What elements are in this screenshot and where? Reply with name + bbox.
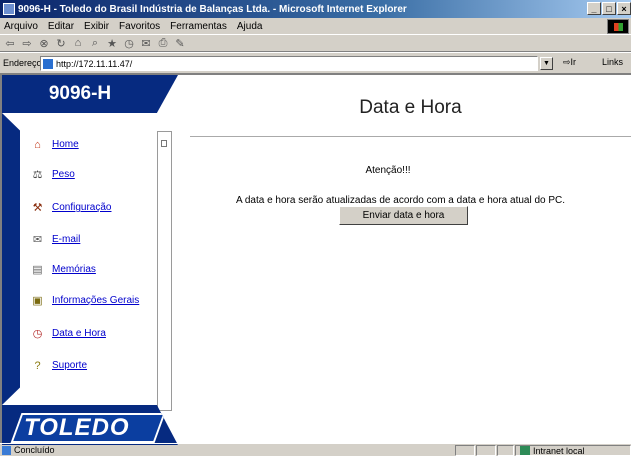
toolbar: ⇦ ⇨ ⊗ ↻ ⌂ ⌕ ★ ◷ ✉ ⎙ ✎ (0, 35, 631, 52)
ie-icon (3, 3, 15, 15)
clock-icon: ◷ (32, 328, 43, 340)
menu-ferramentas[interactable]: Ferramentas (170, 21, 227, 32)
sidebar-item-email[interactable]: ✉ E-mail (30, 232, 80, 247)
security-zone: Intranet local (515, 445, 631, 456)
page-icon (43, 58, 53, 69)
refresh-icon[interactable]: ↻ (54, 37, 68, 50)
main-content: Data e Hora Atenção!!! A data e hora ser… (188, 75, 631, 445)
sidebar-item-label[interactable]: Informações Gerais (52, 295, 139, 306)
address-bar: Endereço http://172.11.11.47/ ▼ ⇨Ir Link… (0, 52, 631, 73)
sidebar-item-data-e-hora[interactable]: ◷ Data e Hora (30, 326, 106, 341)
attention-text: Atenção!!! (365, 165, 411, 176)
address-label: Endereço (3, 58, 42, 68)
menu-ajuda[interactable]: Ajuda (237, 21, 263, 32)
links-button[interactable]: Links (602, 57, 623, 67)
browser-window: 9096-H - Toledo do Brasil Indústria de B… (0, 0, 631, 456)
sidebar-item-home[interactable]: ⌂ Home (30, 137, 79, 152)
edit-icon[interactable]: ✎ (173, 37, 187, 50)
sidebar-item-informacoes-gerais[interactable]: ▣ Informações Gerais (30, 293, 139, 308)
title-bar: 9096-H - Toledo do Brasil Indústria de B… (0, 0, 631, 18)
sidebar-item-memorias[interactable]: ▤ Memórias (30, 262, 96, 277)
window-title: 9096-H - Toledo do Brasil Indústria de B… (18, 3, 407, 15)
sidebar-footer: TOLEDO (2, 405, 178, 445)
address-dropdown-icon[interactable]: ▼ (540, 57, 553, 70)
toledo-logo-text: TOLEDO (24, 414, 130, 441)
search-icon[interactable]: ⌕ (88, 37, 102, 50)
stop-icon[interactable]: ⊗ (37, 37, 51, 50)
message-text: A data e hora serão atualizadas de acord… (235, 195, 566, 206)
status-cell (497, 445, 514, 456)
weights-icon: ⚖ (32, 169, 43, 181)
info-icon: ▣ (32, 295, 43, 307)
support-icon: ? (34, 359, 41, 372)
close-button[interactable]: × (617, 2, 631, 15)
sidebar-item-label[interactable]: Data e Hora (52, 328, 106, 339)
menu-arquivo[interactable]: Arquivo (4, 21, 38, 32)
status-bar: Concluído Intranet local (0, 443, 631, 456)
favorites-icon[interactable]: ★ (105, 37, 119, 50)
address-url: http://172.11.11.47/ (56, 58, 133, 69)
sidebar-scrollbar[interactable] (157, 131, 172, 411)
status-cell (476, 445, 496, 456)
status-cell (455, 445, 475, 456)
divider (190, 136, 631, 137)
sidebar-item-configuracao[interactable]: ⚒ Configuração (30, 200, 112, 215)
page-title: Data e Hora (359, 97, 462, 118)
history-icon[interactable]: ◷ (122, 37, 136, 50)
sidebar-item-label[interactable]: E-mail (52, 234, 80, 245)
page-done-icon (2, 445, 11, 455)
send-date-time-button[interactable]: Enviar data e hora (339, 206, 468, 225)
menu-exibir[interactable]: Exibir (84, 21, 109, 32)
go-button[interactable]: ⇨Ir (563, 57, 576, 68)
windows-logo-icon (607, 19, 629, 34)
page-viewport: 9096-H ⌂ Home ⚖ Peso ⚒ Configuração ✉ E-… (0, 73, 631, 445)
intranet-icon (520, 446, 530, 455)
sidebar-item-label[interactable]: Suporte (52, 360, 87, 371)
address-input[interactable]: http://172.11.11.47/ (40, 56, 538, 71)
sidebar-item-label[interactable]: Memórias (52, 264, 96, 275)
house-icon: ⌂ (34, 138, 41, 151)
menu-bar: Arquivo Editar Exibir Favoritos Ferramen… (0, 18, 631, 35)
go-label: Ir (570, 57, 577, 67)
sidebar-strip (2, 113, 20, 405)
mail-icon: ✉ (32, 234, 43, 246)
sidebar-item-label[interactable]: Peso (52, 169, 75, 180)
sidebar-item-label[interactable]: Home (52, 139, 79, 150)
status-done: Concluído (2, 445, 55, 455)
menu-editar[interactable]: Editar (48, 21, 74, 32)
tools-icon: ⚒ (32, 202, 43, 214)
forward-icon[interactable]: ⇨ (20, 37, 34, 50)
sidebar-header: 9096-H (2, 75, 178, 113)
minimize-button[interactable]: _ (587, 2, 601, 15)
sidebar: 9096-H ⌂ Home ⚖ Peso ⚒ Configuração ✉ E-… (2, 75, 178, 445)
window-controls: _ □ × (587, 2, 631, 15)
status-text: Concluído (14, 445, 55, 455)
sidebar-item-suporte[interactable]: ? Suporte (30, 358, 87, 373)
mail-toolbar-icon[interactable]: ✉ (139, 37, 153, 50)
scroll-marker (161, 140, 167, 147)
menu-favoritos[interactable]: Favoritos (119, 21, 160, 32)
maximize-button[interactable]: □ (602, 2, 616, 15)
memory-icon: ▤ (32, 264, 43, 276)
print-icon[interactable]: ⎙ (156, 37, 170, 50)
sidebar-item-peso[interactable]: ⚖ Peso (30, 167, 75, 182)
back-icon[interactable]: ⇦ (3, 37, 17, 50)
zone-label: Intranet local (533, 445, 585, 456)
sidebar-item-label[interactable]: Configuração (52, 202, 111, 213)
home-icon[interactable]: ⌂ (71, 37, 85, 50)
